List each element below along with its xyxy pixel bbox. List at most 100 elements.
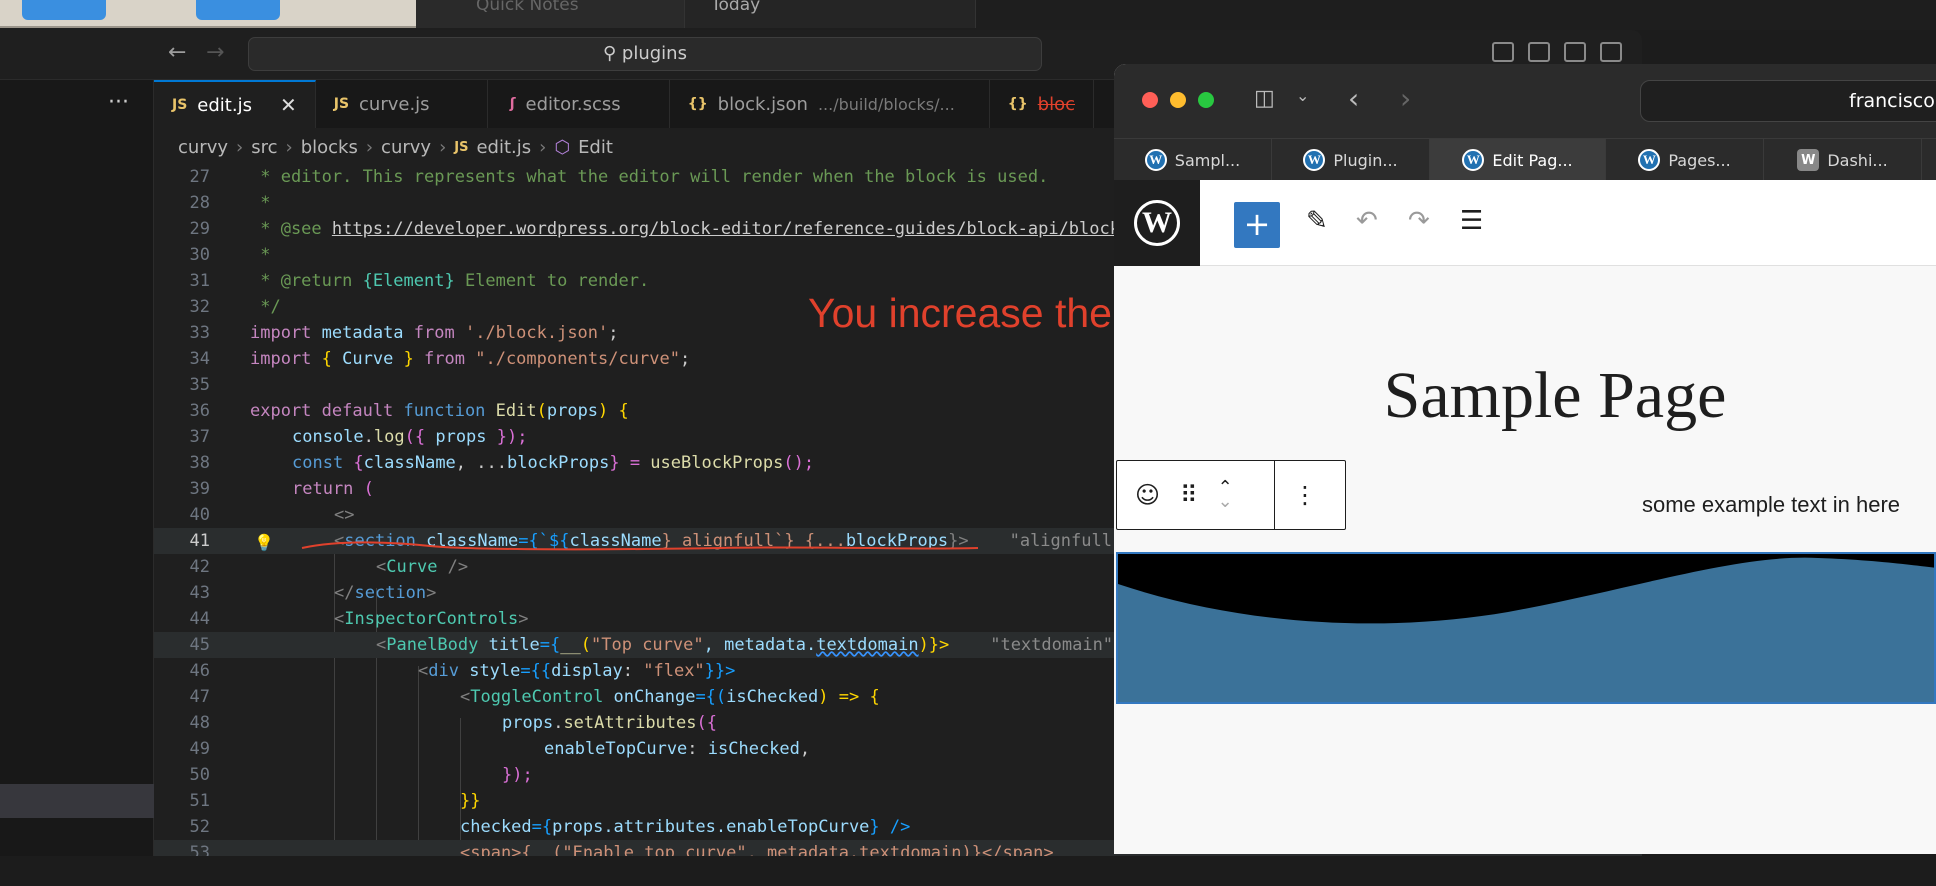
chevron-right-icon: › — [285, 136, 293, 158]
line-number: 43 — [189, 583, 210, 603]
tab-label: edit.js — [197, 94, 252, 116]
chevron-right-icon: › — [539, 136, 547, 158]
punctuation: > — [426, 583, 437, 603]
identifier: props.attributes.enableTopCurve — [552, 817, 870, 837]
code-text: <PanelBody title={__("Top curve", metada… — [376, 632, 1113, 658]
identifier: enableTopCurve — [544, 739, 688, 759]
command-center-search[interactable]: ⚲ plugins — [248, 37, 1042, 71]
punctuation: ({ — [404, 427, 436, 447]
more-actions-icon[interactable]: ··· — [108, 90, 129, 115]
back-arrow-icon[interactable]: ← — [168, 40, 186, 65]
browser-tab-active[interactable]: W Edit Pag... — [1430, 139, 1606, 181]
wordpress-logo-button[interactable]: W — [1114, 180, 1200, 266]
thumbnail-button[interactable] — [22, 0, 106, 20]
forward-icon[interactable]: › — [1400, 82, 1411, 115]
tab-curve-js[interactable]: JS curve.js — [316, 80, 488, 128]
close-window-button[interactable] — [1142, 92, 1158, 108]
customize-layout-icon[interactable] — [1600, 42, 1622, 62]
code-text: * editor. This represents what the edito… — [250, 167, 1049, 187]
punctuation: /> — [437, 557, 469, 577]
chevron-down-icon[interactable]: ⌄ — [1296, 86, 1309, 105]
js-file-icon: JS — [454, 139, 469, 155]
toggle-panel-icon[interactable] — [1528, 42, 1550, 62]
sidebar-icon[interactable]: ◫ — [1254, 86, 1275, 111]
forward-arrow-icon[interactable]: → — [206, 40, 224, 65]
punctuation: : — [687, 739, 708, 759]
quick-notes-window[interactable]: Quick Notes — [416, 0, 684, 28]
identifier: className — [363, 453, 456, 473]
line-number: 27 — [189, 167, 210, 187]
function-name: Edit — [485, 401, 537, 421]
selected-explorer-item[interactable] — [0, 784, 154, 818]
redo-icon[interactable]: ↷ — [1408, 206, 1430, 236]
code-text: * @return {Element} Element to render. — [250, 268, 649, 294]
punctuation: ={ — [539, 635, 561, 655]
close-icon[interactable]: ✕ — [280, 93, 297, 117]
block-type-icon[interactable]: ☺ — [1135, 481, 1160, 509]
function-name: __ — [560, 635, 581, 655]
browser-tab[interactable]: W Sampl... — [1114, 139, 1272, 181]
punctuation: }}> — [704, 661, 736, 681]
minimize-window-button[interactable] — [1170, 92, 1186, 108]
move-up-down-icon[interactable]: ⌃ ⌄ — [1218, 479, 1233, 511]
breadcrumb-item[interactable]: src — [251, 137, 277, 158]
code-text: }); — [502, 765, 533, 785]
today-window[interactable]: Today — [684, 0, 976, 28]
page-title[interactable]: Sample Page — [1114, 358, 1936, 434]
pencil-icon[interactable]: ✎ — [1306, 206, 1328, 236]
code-text: <div style={{display: "flex"}}> — [418, 658, 735, 684]
identifier: props — [435, 427, 487, 447]
tag-name: PanelBody — [386, 635, 479, 655]
thumbnail-button[interactable] — [196, 0, 280, 20]
json-file-icon: {} — [687, 96, 708, 112]
editor-canvas: Sample Page ☺ ⠿ ⌃ ⌄ ⋮ some example text i… — [1114, 266, 1936, 854]
code-text: <span>{__("Enable top curve", metadata.t… — [460, 843, 1054, 856]
example-paragraph[interactable]: some example text in here — [1642, 492, 1900, 518]
breadcrumb-item[interactable]: Edit — [578, 137, 613, 158]
breadcrumb-item[interactable]: blocks — [301, 137, 358, 158]
undo-icon[interactable]: ↶ — [1356, 206, 1378, 236]
browser-tab[interactable]: W Pages... — [1606, 139, 1764, 181]
browser-tab-label: Pages... — [1668, 150, 1731, 170]
line-number: 47 — [189, 687, 210, 707]
code-text: * — [250, 245, 271, 265]
breadcrumb-item[interactable]: curvy — [381, 137, 431, 158]
zoom-window-button[interactable] — [1198, 92, 1214, 108]
identifier: Curve — [342, 349, 394, 369]
browser-tab[interactable]: W Plugin... — [1272, 139, 1430, 181]
punctuation: , ... — [455, 453, 507, 473]
address-bar[interactable]: francisco — [1640, 80, 1936, 122]
toggle-sidebar-icon[interactable] — [1492, 42, 1514, 62]
options-icon[interactable]: ⋮ — [1275, 461, 1335, 529]
browser-tab-label: Sampl... — [1174, 150, 1241, 170]
punctuation: , — [799, 739, 811, 759]
code-text: enableTopCurve: isChecked, — [544, 736, 810, 762]
lightbulb-icon[interactable]: 💡 — [254, 530, 274, 556]
curve-block[interactable] — [1116, 552, 1936, 704]
chevron-right-icon: › — [236, 136, 244, 158]
browser-tab[interactable]: W Dashi... — [1764, 139, 1922, 181]
breadcrumb-item[interactable]: curvy — [178, 137, 228, 158]
function-name: setAttributes — [563, 713, 697, 733]
line-number: 28 — [189, 193, 210, 213]
add-block-button[interactable]: + — [1234, 202, 1280, 248]
punctuation: </ — [334, 583, 355, 603]
back-icon[interactable]: ‹ — [1348, 82, 1359, 115]
punctuation: < — [376, 557, 387, 577]
toggle-secondary-sidebar-icon[interactable] — [1564, 42, 1586, 62]
line-number: 42 — [189, 557, 210, 577]
attribute: title — [478, 635, 540, 655]
keyword: export default — [250, 401, 404, 421]
breadcrumb-item[interactable]: edit.js — [476, 137, 531, 158]
thumbnail-area — [0, 0, 416, 28]
document-overview-icon[interactable]: ☰ — [1460, 206, 1483, 236]
tab-editor-scss[interactable]: ʃ editor.scss — [488, 80, 670, 128]
browser-window: ◫ ⌄ ‹ › francisco W Sampl... W Plugin... W… — [1114, 64, 1936, 854]
tab-block-json-2[interactable]: {} bloc — [990, 80, 1095, 128]
line-number: 49 — [189, 739, 210, 759]
tab-block-json[interactable]: {} block.json .../build/blocks/... — [670, 80, 990, 128]
tab-edit-js[interactable]: JS edit.js ✕ — [154, 80, 316, 128]
line-number: 46 — [189, 661, 210, 681]
line-number: 51 — [189, 791, 210, 811]
drag-handle-icon[interactable]: ⠿ — [1180, 481, 1198, 509]
